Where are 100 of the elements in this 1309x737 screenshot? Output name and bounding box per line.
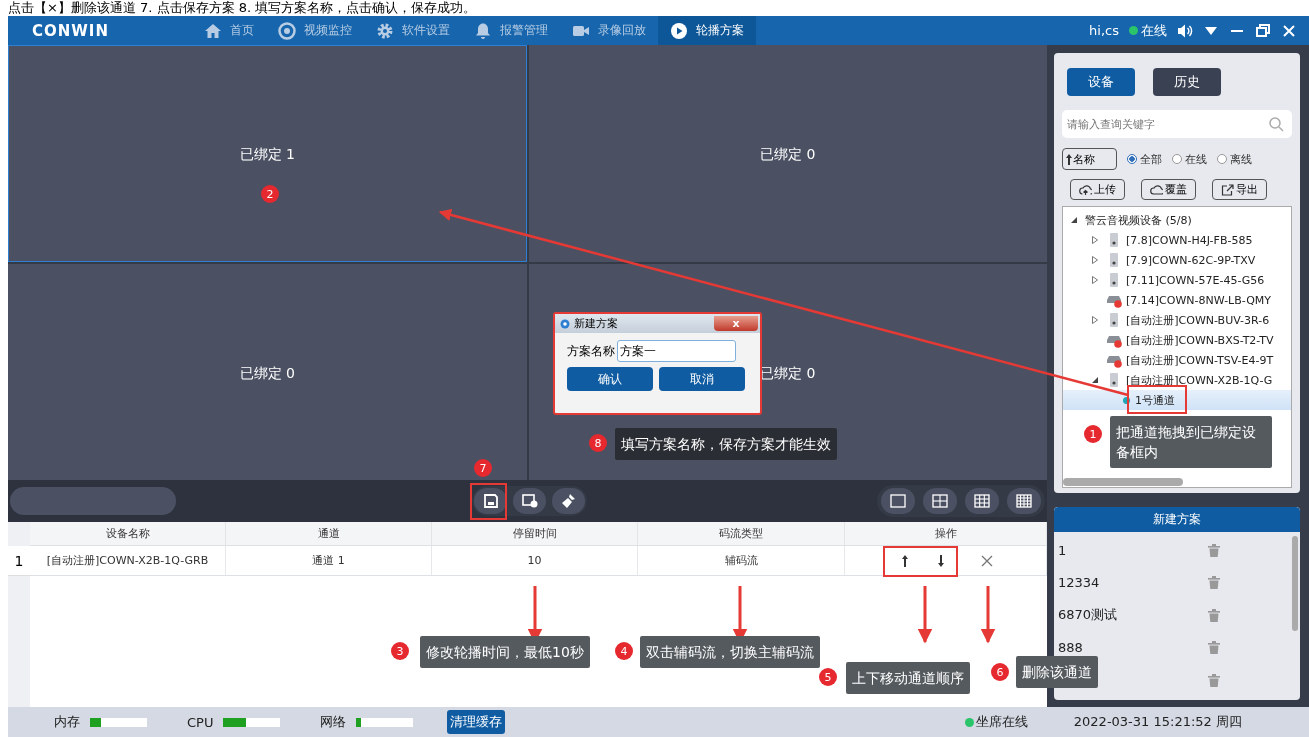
- scrollbar[interactable]: [1063, 478, 1183, 486]
- search-icon: [1268, 116, 1284, 132]
- tree-item[interactable]: [自动注册]COWN-TSV-E4-9T: [1063, 350, 1291, 370]
- tooltip: 修改轮播时间，最低10秒: [420, 636, 590, 668]
- dialog-button[interactable]: 取消: [659, 367, 745, 391]
- collapse-icon[interactable]: [1069, 215, 1079, 225]
- close-icon: [980, 553, 993, 568]
- nav-tab[interactable]: 轮播方案: [658, 16, 756, 45]
- eye-icon: [560, 318, 570, 329]
- plan-name[interactable]: 6870测试: [1058, 606, 1208, 625]
- export-icon: [1221, 183, 1234, 196]
- sort-button[interactable]: 名称: [1062, 148, 1117, 170]
- tree-item[interactable]: [自动注册]COWN-BXS-T2-TV: [1063, 330, 1291, 350]
- seat-status: 坐席在线: [975, 713, 1028, 731]
- panel-title: 新建方案: [1054, 507, 1300, 532]
- clear-cache-button[interactable]: 清理缓存: [447, 710, 506, 734]
- scrollbar[interactable]: [1292, 536, 1298, 631]
- layout-button[interactable]: [965, 488, 999, 514]
- nav-tab[interactable]: 录像回放: [560, 16, 658, 45]
- bell-icon: [474, 21, 492, 40]
- expand-icon[interactable]: [1090, 315, 1100, 325]
- layout-button[interactable]: [1007, 488, 1041, 514]
- layout-button[interactable]: [881, 488, 915, 514]
- tree-item[interactable]: [7.8]COWN-H4J-FB-585: [1063, 230, 1291, 250]
- layout-button[interactable]: [923, 488, 957, 514]
- field-label: 方案名称: [567, 342, 615, 360]
- row-number: 1: [8, 546, 30, 576]
- grid-icon: [890, 494, 906, 508]
- action-button[interactable]: 覆盖: [1141, 179, 1196, 200]
- radio-option[interactable]: 全部: [1127, 151, 1162, 167]
- meter-label: 网络: [320, 713, 347, 731]
- tooltip: 删除该通道: [1016, 656, 1098, 688]
- video-tile[interactable]: 已绑定 0: [528, 45, 1047, 262]
- table-cell[interactable]: 辅码流: [638, 546, 845, 576]
- radio-option[interactable]: 在线: [1172, 151, 1207, 167]
- plan-name[interactable]: 888: [1058, 640, 1208, 656]
- expand-icon[interactable]: [1090, 235, 1100, 245]
- tooltip: 上下移动通道顺序: [846, 662, 970, 694]
- clear-button[interactable]: [552, 488, 585, 514]
- tile-label: 已绑定 0: [760, 364, 816, 383]
- cloud-upload-icon: [1079, 183, 1092, 196]
- nav-tab[interactable]: 报警管理: [462, 16, 560, 45]
- arrow: [917, 586, 933, 644]
- tree-item[interactable]: [自动注册]COWN-BUV-3R-6: [1063, 310, 1291, 330]
- tree-item[interactable]: [7.11]COWN-57E-45-G56: [1063, 270, 1291, 290]
- restore-icon[interactable]: [1255, 22, 1271, 39]
- tree-item[interactable]: 警云音视频设备 (5/8): [1063, 210, 1291, 230]
- speaker-icon[interactable]: [1177, 22, 1193, 39]
- collapse-icon[interactable]: [1090, 375, 1100, 385]
- expand-icon[interactable]: [1090, 255, 1100, 265]
- meter-label: 内存: [54, 713, 80, 731]
- action-button[interactable]: 导出: [1212, 179, 1267, 200]
- action-button[interactable]: 上传: [1070, 179, 1125, 200]
- tab[interactable]: 设备: [1067, 68, 1135, 96]
- meter-label: CPU: [187, 714, 214, 730]
- table-cell[interactable]: 10: [432, 546, 638, 576]
- grid-icon: [1016, 494, 1032, 508]
- tree-item[interactable]: 1号通道: [1063, 390, 1291, 410]
- dialog-button[interactable]: 确认: [567, 367, 653, 391]
- save-button[interactable]: [474, 488, 507, 514]
- column-header: 停留时间: [432, 522, 638, 546]
- plan-name[interactable]: 1: [1058, 542, 1208, 558]
- home-icon: [204, 21, 222, 40]
- status-dot: [964, 717, 974, 727]
- cloud-icon: [1150, 183, 1163, 196]
- plan-name[interactable]: 12334: [1058, 575, 1208, 591]
- settings-icon: [376, 21, 394, 40]
- tile-label: 已绑定 0: [239, 364, 295, 383]
- channel-dot: [1123, 396, 1130, 404]
- tooltip: 双击辅码流，切换主辅码流: [640, 636, 820, 668]
- close-icon[interactable]: [1281, 22, 1297, 39]
- screen-remove-icon: [521, 493, 538, 509]
- nav-tab[interactable]: 首页: [192, 16, 266, 45]
- column-header: 设备名称: [30, 522, 226, 546]
- delete-plan-button[interactable]: [513, 488, 546, 514]
- tab[interactable]: 历史: [1153, 68, 1221, 96]
- column-header: 通道: [226, 522, 432, 546]
- save-icon: [482, 493, 499, 509]
- column-header: 码流类型: [638, 522, 845, 546]
- status-text: 在线: [1141, 21, 1167, 40]
- dialog-title: 新建方案: [574, 316, 618, 331]
- grid-icon: [932, 494, 948, 508]
- tree-item[interactable]: [7.9]COWN-62C-9P-TXV: [1063, 250, 1291, 270]
- name-input-field[interactable]: 方案一: [617, 340, 736, 362]
- search-field[interactable]: 请输入查询关键字: [1062, 110, 1292, 138]
- tooltip: 把通道拖拽到已绑定设备框内: [1110, 416, 1272, 468]
- column-header: 操作: [845, 522, 1047, 546]
- arrow: [980, 586, 996, 644]
- table-cell: [自动注册]COWN-X2B-1Q-GRB: [30, 546, 226, 576]
- tree-item[interactable]: [7.14]COWN-8NW-LB-QMY: [1063, 290, 1291, 310]
- name-field[interactable]: [10, 487, 176, 515]
- tile-label: 已绑定 1: [239, 146, 295, 164]
- nav-tab[interactable]: 视频监控: [266, 16, 364, 45]
- highlight-frame: [1127, 385, 1187, 414]
- highlight-frame: [470, 483, 507, 520]
- table-cell: 通道 1: [226, 546, 432, 576]
- expand-icon[interactable]: [1090, 275, 1100, 285]
- search-input[interactable]: 请输入查询关键字: [1065, 116, 1268, 132]
- radio-option[interactable]: 离线: [1217, 151, 1252, 167]
- nav-tab[interactable]: 软件设置: [364, 16, 462, 45]
